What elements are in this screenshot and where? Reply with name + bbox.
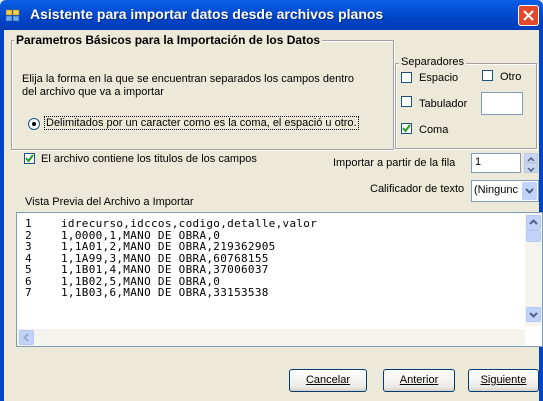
tab-label: Tabulador [419, 98, 468, 110]
preview-line-numbers: 1 2 3 4 5 6 7 [25, 218, 32, 299]
title-bar: Asistente para importar datos desde arch… [0, 0, 543, 30]
basic-params-title: Parametros Básicos para la Importación d… [14, 33, 323, 47]
preview-line: 1,1B03,6,MANO DE OBRA,33153538 [61, 286, 269, 299]
line-number: 3 [25, 240, 32, 253]
space-checkbox[interactable] [401, 72, 412, 83]
preview-line: 1,1B01,4,MANO DE OBRA,37006037 [61, 263, 269, 276]
preview-box[interactable]: 1 2 3 4 5 6 7 idrecurso,idccos,codigo,de… [16, 212, 543, 347]
description-line2: del archivo que va a importar [22, 86, 164, 98]
line-number: 7 [25, 286, 32, 299]
horizontal-scrollbar[interactable] [17, 329, 525, 346]
spin-up-icon[interactable] [524, 153, 538, 163]
text-qualifier-select[interactable]: (Ningunc [471, 180, 539, 202]
next-button[interactable]: Siguiente [468, 369, 539, 392]
preview-title: Vista Previa del Archivo a Importar [25, 196, 194, 208]
other-label: Otro [500, 71, 522, 83]
preview-line: 1,1A01,2,MANO DE OBRA,219362905 [61, 240, 276, 253]
text-qualifier-label: Calificador de texto [370, 183, 465, 195]
back-button[interactable]: Anterior [383, 369, 455, 392]
start-row-input[interactable]: 1 [471, 153, 521, 173]
app-icon [6, 9, 20, 22]
other-checkbox[interactable] [482, 70, 493, 81]
start-row-label: Importar a partir de la fila [333, 157, 456, 169]
preview-lines: idrecurso,idccos,codigo,detalle,valor 1,… [61, 218, 317, 299]
space-label: Espacio [419, 72, 459, 84]
header-checkbox[interactable] [24, 153, 35, 164]
separators-title: Separadores [399, 56, 466, 68]
window-frame-left [0, 30, 4, 401]
checkmark-icon [402, 124, 411, 133]
tab-checkbox[interactable] [401, 96, 412, 107]
scroll-down-icon[interactable] [526, 307, 541, 322]
delimited-radio[interactable] [28, 118, 40, 130]
delimited-label[interactable]: Delimitados por un caracter como es la c… [44, 116, 359, 130]
close-icon [523, 10, 534, 21]
vertical-scrollbar[interactable] [525, 213, 542, 326]
description-line1: Elija la forma en la que se encuentran s… [22, 73, 355, 85]
header-checkbox-label: El archivo contiene los titulos de los c… [41, 153, 257, 165]
scroll-up-icon[interactable] [526, 215, 541, 230]
scroll-left-icon[interactable] [19, 330, 34, 345]
preview-line: idrecurso,idccos,codigo,detalle,valor [61, 217, 318, 230]
checkmark-icon [25, 154, 34, 163]
close-button[interactable] [518, 5, 539, 26]
other-separator-input[interactable] [481, 92, 523, 115]
start-row-spinner[interactable] [524, 153, 538, 173]
line-number: 5 [25, 263, 32, 276]
chevron-down-icon[interactable] [522, 182, 537, 200]
comma-label: Coma [419, 124, 449, 136]
comma-checkbox[interactable] [401, 123, 412, 134]
spin-down-icon[interactable] [524, 163, 538, 173]
window-title: Asistente para importar datos desde arch… [30, 6, 384, 22]
cancel-button[interactable]: Cancelar [289, 369, 367, 392]
line-number: 1 [25, 217, 32, 230]
scroll-thumb[interactable] [526, 230, 541, 242]
